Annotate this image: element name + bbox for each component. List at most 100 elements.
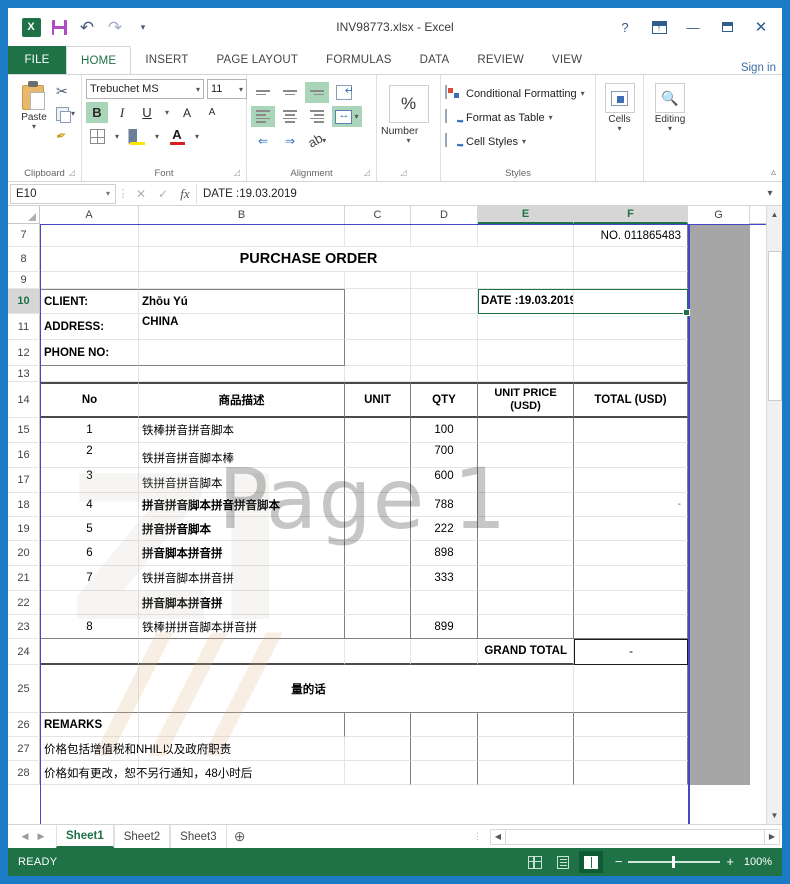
cell-F26[interactable]: [574, 713, 688, 737]
cell-E7[interactable]: [478, 224, 574, 247]
number-dialog-launcher-icon[interactable]: ◿: [400, 165, 406, 180]
cell-B15[interactable]: 铁棒拼音拼音脚本: [139, 418, 345, 443]
align-middle-button[interactable]: [278, 82, 302, 103]
cell-F18[interactable]: -: [574, 493, 688, 517]
help-icon[interactable]: ?: [608, 13, 642, 41]
cell-F16[interactable]: [574, 443, 688, 468]
cell-B7[interactable]: [139, 224, 345, 247]
cell-G21[interactable]: [688, 566, 750, 591]
cell-C12[interactable]: [345, 340, 411, 366]
cell-A20[interactable]: 6: [40, 541, 139, 566]
cell-G15[interactable]: [688, 418, 750, 443]
cell-E9[interactable]: [478, 272, 574, 289]
format-as-table-caret-icon[interactable]: ▾: [549, 114, 553, 122]
row-header-16[interactable]: 16: [8, 443, 40, 468]
cell-G17[interactable]: [688, 468, 750, 493]
cell-A12[interactable]: PHONE NO:: [40, 340, 139, 366]
orientation-button[interactable]: ab ▾: [305, 130, 329, 151]
cell-D18[interactable]: 788: [411, 493, 478, 517]
name-box[interactable]: E10 ▾: [10, 183, 116, 204]
cut-button[interactable]: ✂: [56, 82, 75, 101]
cell-C10[interactable]: [345, 289, 411, 314]
underline-button[interactable]: U: [136, 102, 158, 123]
cell-D16[interactable]: 700: [411, 443, 478, 468]
cell-A25[interactable]: [40, 665, 139, 713]
row-header-9[interactable]: 9: [8, 272, 40, 289]
cell-G11[interactable]: [688, 314, 750, 340]
cell-D27[interactable]: [411, 737, 478, 761]
merge-and-center-button[interactable]: ▾: [332, 106, 362, 127]
cell-styles-button[interactable]: ➥ Cell Styles ▾: [445, 131, 526, 152]
font-color-button[interactable]: A: [166, 126, 188, 147]
cell-G10[interactable]: [688, 289, 750, 314]
row-header-22[interactable]: 22: [8, 591, 40, 615]
cell-A27[interactable]: 价格包括增值税和NHIL以及政府职责: [40, 737, 231, 761]
align-bottom-button[interactable]: [305, 82, 329, 103]
cell-E25[interactable]: [478, 665, 574, 713]
cell-D26[interactable]: [411, 713, 478, 737]
increase-indent-button[interactable]: ⇒: [278, 130, 302, 151]
cell-G18[interactable]: [688, 493, 750, 517]
cell-F23[interactable]: [574, 615, 688, 639]
redo-icon[interactable]: ↷: [102, 14, 128, 40]
cell-C27[interactable]: [345, 737, 411, 761]
excel-app-icon[interactable]: X: [18, 14, 44, 40]
add-sheet-button[interactable]: ⊕: [227, 828, 253, 845]
cell-D15[interactable]: 100: [411, 418, 478, 443]
cell-G8[interactable]: [688, 247, 750, 272]
cell-F28[interactable]: [574, 761, 688, 785]
vertical-scroll-thumb[interactable]: [767, 251, 782, 401]
cell-G7[interactable]: [688, 224, 750, 247]
align-left-button[interactable]: [251, 106, 275, 127]
cell-D20[interactable]: 898: [411, 541, 478, 566]
cell-C24[interactable]: [345, 639, 411, 665]
split-handle[interactable]: ⋮: [465, 832, 490, 841]
sheet-tab-sheet1[interactable]: Sheet1: [56, 825, 114, 848]
fill-color-button[interactable]: █: [126, 126, 148, 147]
cell-E19[interactable]: [478, 517, 574, 541]
editing-caret-icon[interactable]: ▾: [668, 125, 672, 133]
cell-E18[interactable]: [478, 493, 574, 517]
cell-A18[interactable]: 4: [40, 493, 139, 517]
paste-caret-icon[interactable]: ▾: [32, 123, 36, 131]
cell-D21[interactable]: 333: [411, 566, 478, 591]
undo-icon[interactable]: ↶: [74, 14, 100, 40]
row-header-27[interactable]: 27: [8, 737, 40, 761]
tab-file[interactable]: FILE: [8, 46, 66, 74]
increase-font-size-button[interactable]: A: [176, 102, 198, 123]
font-dialog-launcher-icon[interactable]: ◿: [234, 165, 240, 180]
cell-B20[interactable]: 拼音脚本拼音拼: [139, 541, 345, 566]
cell-F14[interactable]: TOTAL (USD): [574, 382, 688, 418]
cell-C11[interactable]: [345, 314, 411, 340]
cell-D24[interactable]: [411, 639, 478, 665]
scroll-left-button[interactable]: ◀: [490, 828, 506, 845]
cell-A16[interactable]: 2: [40, 443, 139, 468]
restore-button[interactable]: [710, 13, 744, 41]
cell-E8[interactable]: [478, 247, 574, 272]
font-name-caret-icon[interactable]: ▾: [196, 85, 200, 94]
cell-G26[interactable]: [688, 713, 750, 737]
editing-button[interactable]: 🔍 Editing ▾: [651, 79, 689, 133]
row-header-25[interactable]: 25: [8, 665, 40, 713]
cell-F21[interactable]: [574, 566, 688, 591]
cell-F13[interactable]: [574, 366, 688, 382]
cell-A11[interactable]: ADDRESS:: [40, 314, 139, 340]
cell-F27[interactable]: [574, 737, 688, 761]
cell-D11[interactable]: [411, 314, 478, 340]
cell-D7[interactable]: [411, 224, 478, 247]
sheet-tab-sheet2[interactable]: Sheet2: [113, 825, 171, 848]
tab-data[interactable]: DATA: [406, 46, 464, 74]
zoom-slider-track[interactable]: [628, 856, 721, 869]
page-break-preview-button[interactable]: [578, 851, 603, 873]
conditional-formatting-caret-icon[interactable]: ▾: [581, 90, 585, 98]
save-icon[interactable]: [46, 14, 72, 40]
column-header-F[interactable]: F: [574, 206, 688, 224]
cell-F12[interactable]: [574, 340, 688, 366]
minimize-button[interactable]: —: [676, 13, 710, 41]
cell-G12[interactable]: [688, 340, 750, 366]
bold-button[interactable]: B: [86, 102, 108, 123]
tab-insert[interactable]: INSERT: [131, 46, 202, 74]
decrease-indent-button[interactable]: ⇐: [251, 130, 275, 151]
vertical-scrollbar[interactable]: ▲ ▼: [766, 206, 782, 824]
cell-F17[interactable]: [574, 468, 688, 493]
